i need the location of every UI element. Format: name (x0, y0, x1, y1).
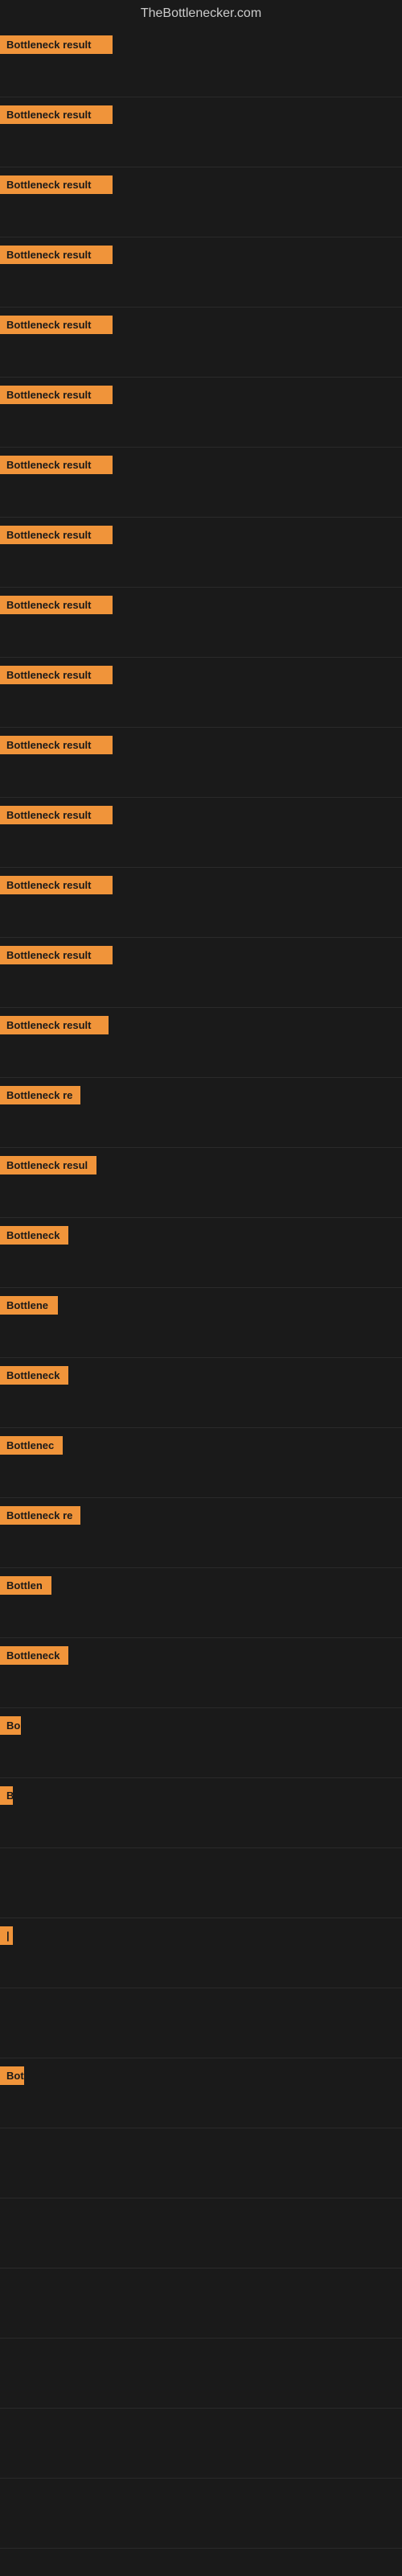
bottleneck-row: Bottleneck result (0, 97, 402, 167)
bottleneck-result-bar[interactable]: Bottlene (0, 1296, 58, 1315)
bottleneck-result-bar[interactable]: Bottleneck result (0, 246, 113, 264)
bottleneck-result-bar[interactable]: Bo (0, 1716, 21, 1735)
bottleneck-result-bar[interactable]: Bottleneck resul (0, 1156, 96, 1174)
bottleneck-row (0, 1848, 402, 1918)
bottleneck-result-bar[interactable]: Bottleneck result (0, 806, 113, 824)
bottleneck-row (0, 2339, 402, 2409)
bottleneck-row: Bottleneck re (0, 1078, 402, 1148)
bottleneck-result-bar[interactable]: Bottleneck result (0, 35, 113, 54)
bottleneck-row: Bottleneck result (0, 448, 402, 518)
bottleneck-result-bar[interactable]: Bottleneck result (0, 175, 113, 194)
bottleneck-row: Bottleneck result (0, 728, 402, 798)
bottleneck-row (0, 2268, 402, 2339)
bottleneck-row: Bot (0, 2058, 402, 2128)
bottleneck-result-bar[interactable]: Bot (0, 2066, 24, 2085)
bottleneck-row: Bottleneck (0, 1358, 402, 1428)
bottleneck-result-bar[interactable]: Bottleneck re (0, 1086, 80, 1104)
bottleneck-row: Bottlen (0, 1568, 402, 1638)
bottleneck-result-bar[interactable]: Bottleneck result (0, 1016, 109, 1034)
bottleneck-row: Bottleneck result (0, 167, 402, 237)
bottleneck-row (0, 2128, 402, 2198)
bottleneck-result-bar[interactable]: | (0, 1926, 13, 1945)
bottleneck-row: Bottleneck (0, 1218, 402, 1288)
bottleneck-row: Bottleneck resul (0, 1148, 402, 1218)
bottleneck-row: B (0, 1778, 402, 1848)
bottleneck-row: Bottleneck result (0, 518, 402, 588)
bottleneck-row: Bottleneck result (0, 27, 402, 97)
bottleneck-row: Bottleneck re (0, 1498, 402, 1568)
bottleneck-result-bar[interactable]: Bottleneck result (0, 596, 113, 614)
bottleneck-row: Bo (0, 1708, 402, 1778)
bottleneck-result-bar[interactable]: Bottleneck result (0, 105, 113, 124)
bottleneck-result-bar[interactable]: Bottleneck result (0, 666, 113, 684)
bottleneck-row (0, 1988, 402, 2058)
bottleneck-row: Bottleneck result (0, 308, 402, 378)
bottleneck-row (0, 2409, 402, 2479)
bottleneck-result-bar[interactable]: Bottleneck result (0, 386, 113, 404)
bottleneck-row (0, 2198, 402, 2268)
bottleneck-row: Bottleneck result (0, 1008, 402, 1078)
bottleneck-row: Bottlenec (0, 1428, 402, 1498)
site-title: TheBottlenecker.com (0, 0, 402, 27)
bottleneck-result-bar[interactable]: Bottleneck result (0, 736, 113, 754)
bottleneck-result-bar[interactable]: Bottleneck result (0, 946, 113, 964)
bottleneck-result-bar[interactable]: Bottleneck (0, 1366, 68, 1385)
bottleneck-result-bar[interactable]: Bottlenec (0, 1436, 63, 1455)
bottleneck-row: Bottleneck result (0, 378, 402, 448)
bottleneck-result-bar[interactable]: Bottleneck result (0, 526, 113, 544)
bottleneck-result-bar[interactable]: Bottlen (0, 1576, 51, 1595)
bottleneck-row (0, 2479, 402, 2549)
bottleneck-row: Bottleneck result (0, 658, 402, 728)
bottleneck-row: Bottleneck result (0, 237, 402, 308)
bottleneck-row: Bottleneck result (0, 798, 402, 868)
bottleneck-row: Bottleneck (0, 1638, 402, 1708)
bottleneck-row: | (0, 1918, 402, 1988)
bottleneck-result-bar[interactable]: Bottleneck result (0, 876, 113, 894)
bottleneck-result-bar[interactable]: Bottleneck (0, 1646, 68, 1665)
bottleneck-result-bar[interactable]: Bottleneck re (0, 1506, 80, 1525)
bottleneck-row: Bottleneck result (0, 588, 402, 658)
bottleneck-result-bar[interactable]: Bottleneck result (0, 316, 113, 334)
bottleneck-result-bar[interactable]: Bottleneck result (0, 456, 113, 474)
bottleneck-result-bar[interactable]: Bottleneck (0, 1226, 68, 1245)
bottleneck-result-bar[interactable]: B (0, 1786, 13, 1805)
bottleneck-row: Bottleneck result (0, 938, 402, 1008)
bottleneck-row: Bottleneck result (0, 868, 402, 938)
bottleneck-row: Bottlene (0, 1288, 402, 1358)
